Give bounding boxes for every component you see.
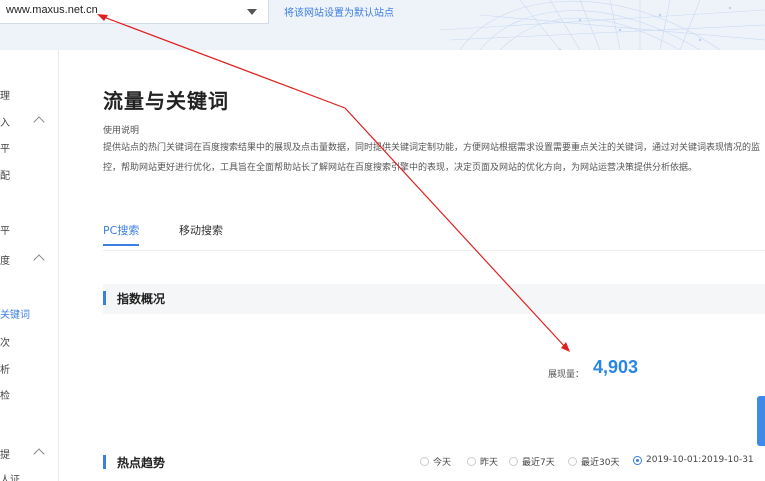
chevron-up-icon[interactable] — [33, 116, 45, 128]
radio-icon — [420, 457, 429, 466]
site-select-value: www.maxus.net.cn — [6, 4, 98, 16]
sidebar: 理 入 平 配 平 度 关键词 次 析 检 提 人证 — [0, 50, 59, 481]
sidebar-item[interactable]: 人证 — [0, 471, 20, 481]
floating-side-tab[interactable] — [757, 396, 765, 446]
radio-icon — [568, 457, 577, 466]
help-title: 使用说明 — [103, 126, 140, 136]
radio-selected-icon — [633, 455, 642, 465]
radio-icon — [467, 457, 476, 466]
chevron-down-icon[interactable] — [247, 9, 257, 15]
radio-icon — [509, 457, 518, 466]
overview-title: 指数概况 — [117, 292, 166, 306]
network-mesh-decoration — [439, 0, 765, 50]
section-marker — [103, 291, 106, 305]
overview-section-header: 指数概况 — [103, 284, 765, 314]
chevron-up-icon[interactable] — [33, 448, 45, 460]
search-tabs: PC搜索 移动搜索 — [103, 222, 765, 251]
tab-mobile-search[interactable]: 移动搜索 — [179, 222, 223, 244]
impressions-label: 展现量： — [548, 370, 585, 380]
sidebar-item[interactable]: 度 — [0, 252, 10, 267]
set-default-site-link[interactable]: 将该网站设置为默认站点 — [284, 4, 394, 19]
sidebar-item[interactable]: 入 — [0, 114, 10, 129]
sidebar-item[interactable]: 检 — [0, 387, 10, 402]
impressions-value: 4,903 — [593, 357, 639, 377]
chevron-up-icon[interactable] — [33, 254, 45, 266]
page-title: 流量与关键词 — [103, 89, 229, 113]
site-select[interactable]: www.maxus.net.cn — [0, 0, 269, 24]
range-30days-radio[interactable]: 最近30天 — [568, 455, 619, 468]
trend-title: 热点趋势 — [117, 456, 166, 470]
main-content: 流量与关键词 使用说明 提供站点的热门关键词在百度搜索结果中的展现及点击量数据，… — [58, 50, 765, 481]
sidebar-item[interactable]: 次 — [0, 334, 10, 349]
sidebar-item[interactable]: 平 — [0, 222, 10, 237]
sidebar-item[interactable]: 配 — [0, 167, 10, 182]
sidebar-item[interactable]: 提 — [0, 446, 10, 461]
sidebar-item-keywords[interactable]: 关键词 — [0, 306, 30, 321]
range-yesterday-radio[interactable]: 昨天 — [467, 455, 498, 468]
range-custom-radio[interactable]: 2019-10-01:2019-10-31 — [633, 455, 754, 466]
range-today-radio[interactable]: 今天 — [420, 455, 451, 468]
tab-pc-search[interactable]: PC搜索 — [103, 222, 140, 246]
top-bar: www.maxus.net.cn 将该网站设置为默认站点 — [0, 0, 765, 50]
help-text: 提供站点的热门关键词在百度搜索结果中的展现及点击量数据，同时提供关键词定制功能，… — [103, 143, 761, 173]
sidebar-item[interactable]: 理 — [0, 87, 10, 102]
section-marker — [103, 455, 106, 469]
sidebar-item[interactable]: 析 — [0, 361, 10, 376]
sidebar-item[interactable]: 平 — [0, 140, 10, 155]
range-7days-radio[interactable]: 最近7天 — [509, 455, 555, 468]
